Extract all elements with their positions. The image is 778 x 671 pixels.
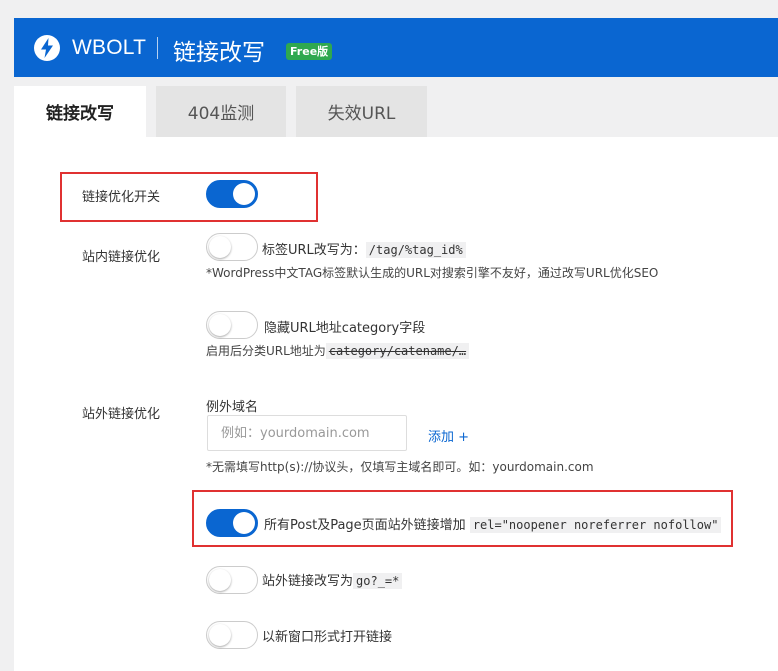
master-switch-toggle[interactable] [206, 180, 258, 208]
exception-domain-label: 例外域名 [206, 400, 259, 415]
hide-category-label: 隐藏URL地址category字段 [264, 321, 426, 336]
version-badge: Free版 [286, 43, 333, 60]
go-rewrite-text: 站外链接改写为 [262, 574, 354, 589]
add-domain-button[interactable]: 添加 + [428, 426, 469, 445]
tag-rewrite-text: 标签URL改写为： [262, 243, 366, 258]
page-title: 链接改写 [173, 40, 265, 66]
tag-rewrite-toggle[interactable] [206, 233, 258, 261]
new-window-toggle[interactable] [206, 621, 258, 649]
header-divider [157, 37, 158, 59]
hide-category-note-text: 启用后分类URL地址为 [206, 344, 326, 358]
toggle-knob [233, 512, 255, 534]
rel-nofollow-toggle[interactable] [206, 509, 258, 537]
go-rewrite-code: go?_=* [353, 573, 403, 589]
tab-bar: 链接改写 404监测 失效URL [14, 86, 778, 137]
master-switch-label: 链接优化开关 [82, 190, 161, 205]
lightning-logo-icon [34, 35, 60, 61]
tag-rewrite-code: /tag/%tag_id% [365, 242, 466, 258]
rel-nofollow-label: 所有Post及Page页面站外链接增加 rel="noopener norefe… [264, 514, 722, 533]
brand-name: WBOLT [72, 36, 147, 59]
tab-404-monitor[interactable]: 404监测 [156, 86, 286, 137]
toggle-knob [209, 569, 231, 591]
toggle-knob [233, 183, 255, 205]
toggle-knob [209, 624, 231, 646]
tag-rewrite-note: *WordPress中文TAG标签默认生成的URL对搜索引擎不友好，通过改写UR… [206, 266, 659, 280]
go-rewrite-toggle[interactable] [206, 566, 258, 594]
new-window-label: 以新窗口形式打开链接 [262, 630, 393, 645]
toggle-knob [209, 314, 231, 336]
hide-category-toggle[interactable] [206, 311, 258, 339]
rel-nofollow-code: rel="noopener noreferrer nofollow" [469, 517, 722, 533]
go-rewrite-label: 站外链接改写为 go?_=* [262, 570, 403, 589]
rel-nofollow-text: 所有Post及Page页面站外链接增加 [264, 518, 466, 533]
tab-link-rewrite[interactable]: 链接改写 [14, 86, 146, 137]
hide-category-note: 启用后分类URL地址为 category/catename/… [206, 342, 470, 359]
internal-link-label: 站内链接优化 [82, 250, 161, 265]
external-link-label: 站外链接优化 [82, 407, 161, 422]
hide-category-note-code: category/catename/… [325, 343, 470, 359]
exception-domain-input[interactable] [207, 415, 407, 451]
app-header: WBOLT 链接改写 Free版 [14, 18, 778, 77]
tag-rewrite-label: 标签URL改写为：/tag/%tag_id% [262, 239, 466, 258]
exception-domain-note: *无需填写http(s)://协议头，仅填写主域名即可。如：yourdomain… [206, 460, 594, 474]
tab-invalid-url[interactable]: 失效URL [296, 86, 427, 137]
toggle-knob [209, 236, 231, 258]
